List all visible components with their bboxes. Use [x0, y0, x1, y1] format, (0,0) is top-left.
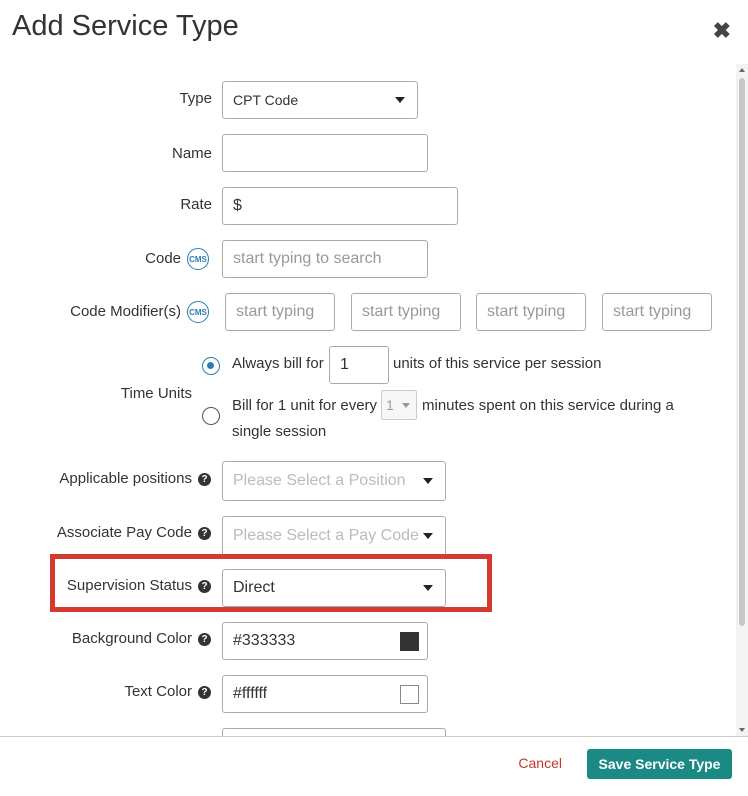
chevron-down-icon: [423, 533, 433, 539]
time-units-radio-always[interactable]: [202, 357, 220, 375]
rate-field[interactable]: $: [222, 187, 458, 225]
type-select[interactable]: CPT Code: [222, 81, 418, 119]
scroll-down-icon[interactable]: [739, 728, 745, 732]
minutes-select-value: 1: [386, 397, 394, 413]
background-color-picker[interactable]: [391, 622, 428, 660]
associate-pay-code-select[interactable]: Please Select a Pay Code: [222, 516, 446, 556]
background-color-label: Background Color: [71, 630, 192, 647]
scrollbar-thumb[interactable]: [739, 78, 745, 626]
code-label: Code: [145, 250, 181, 267]
chevron-down-icon: [423, 478, 433, 484]
partial-field[interactable]: [222, 728, 446, 736]
text-color-picker[interactable]: [391, 675, 428, 713]
help-icon[interactable]: ?: [198, 473, 211, 486]
scrollbar[interactable]: [736, 64, 748, 736]
code-search-input[interactable]: start typing to search: [222, 240, 428, 278]
dialog-footer: Cancel Save Service Type: [0, 736, 748, 796]
applicable-positions-select[interactable]: Please Select a Position: [222, 461, 446, 501]
dialog-title: Add Service Type: [12, 10, 239, 42]
code-modifier-placeholder: start typing: [236, 303, 315, 320]
code-modifier-input-2[interactable]: start typing: [351, 293, 461, 331]
color-swatch: [399, 631, 419, 651]
chevron-down-icon: [402, 403, 410, 408]
background-color-input[interactable]: #333333: [222, 622, 392, 660]
minutes-select[interactable]: 1: [381, 390, 417, 420]
currency-prefix: $: [233, 197, 242, 214]
background-color-value: #333333: [233, 632, 296, 649]
chevron-down-icon: [395, 97, 405, 103]
applicable-positions-placeholder: Please Select a Position: [233, 472, 406, 489]
always-bill-text: Always bill for: [232, 355, 324, 372]
associate-pay-code-label: Associate Pay Code: [56, 524, 192, 541]
units-per-session-value: 1: [340, 356, 349, 373]
rate-label: Rate: [180, 196, 212, 213]
units-per-session-text: units of this service per session: [393, 355, 602, 372]
code-modifiers-label: Code Modifier(s): [70, 303, 181, 320]
close-icon[interactable]: ✖: [713, 20, 731, 42]
form-scroll-area[interactable]: Type CPT Code Name Rate $ Code CMS start…: [0, 64, 736, 736]
code-modifier-placeholder: start typing: [487, 303, 566, 320]
help-icon[interactable]: ?: [198, 686, 211, 699]
code-modifier-input-1[interactable]: start typing: [225, 293, 335, 331]
bill-every-text: Bill for 1 unit for every: [232, 397, 378, 414]
applicable-positions-label: Applicable positions: [59, 470, 192, 487]
type-select-value: CPT Code: [233, 92, 299, 108]
type-label: Type: [179, 90, 212, 107]
associate-pay-code-placeholder: Please Select a Pay Code: [233, 527, 419, 544]
text-color-value: #ffffff: [233, 685, 268, 702]
text-color-label: Text Color: [124, 683, 192, 700]
code-modifier-input-4[interactable]: start typing: [602, 293, 712, 331]
cms-icon[interactable]: CMS: [187, 248, 209, 270]
code-modifier-input-3[interactable]: start typing: [476, 293, 586, 331]
single-session-text: single session: [232, 423, 327, 440]
code-modifier-placeholder: start typing: [613, 303, 692, 320]
time-units-radio-per-minutes[interactable]: [202, 407, 220, 425]
help-icon[interactable]: ?: [198, 527, 211, 540]
save-service-type-button[interactable]: Save Service Type: [587, 749, 732, 779]
cancel-button[interactable]: Cancel: [518, 755, 562, 771]
highlight-annotation: [50, 554, 492, 612]
name-label: Name: [171, 145, 212, 162]
cms-icon[interactable]: CMS: [187, 301, 209, 323]
name-field[interactable]: [222, 134, 428, 172]
scroll-up-icon[interactable]: [739, 68, 745, 72]
help-icon[interactable]: ?: [198, 633, 211, 646]
units-per-session-input[interactable]: 1: [329, 346, 389, 384]
code-search-placeholder: start typing to search: [233, 250, 382, 267]
minutes-spent-text: minutes spent on this service during a: [422, 397, 674, 414]
time-units-label: Time Units: [120, 385, 192, 402]
text-color-input[interactable]: #ffffff: [222, 675, 392, 713]
color-swatch: [399, 684, 419, 704]
code-modifier-placeholder: start typing: [362, 303, 441, 320]
